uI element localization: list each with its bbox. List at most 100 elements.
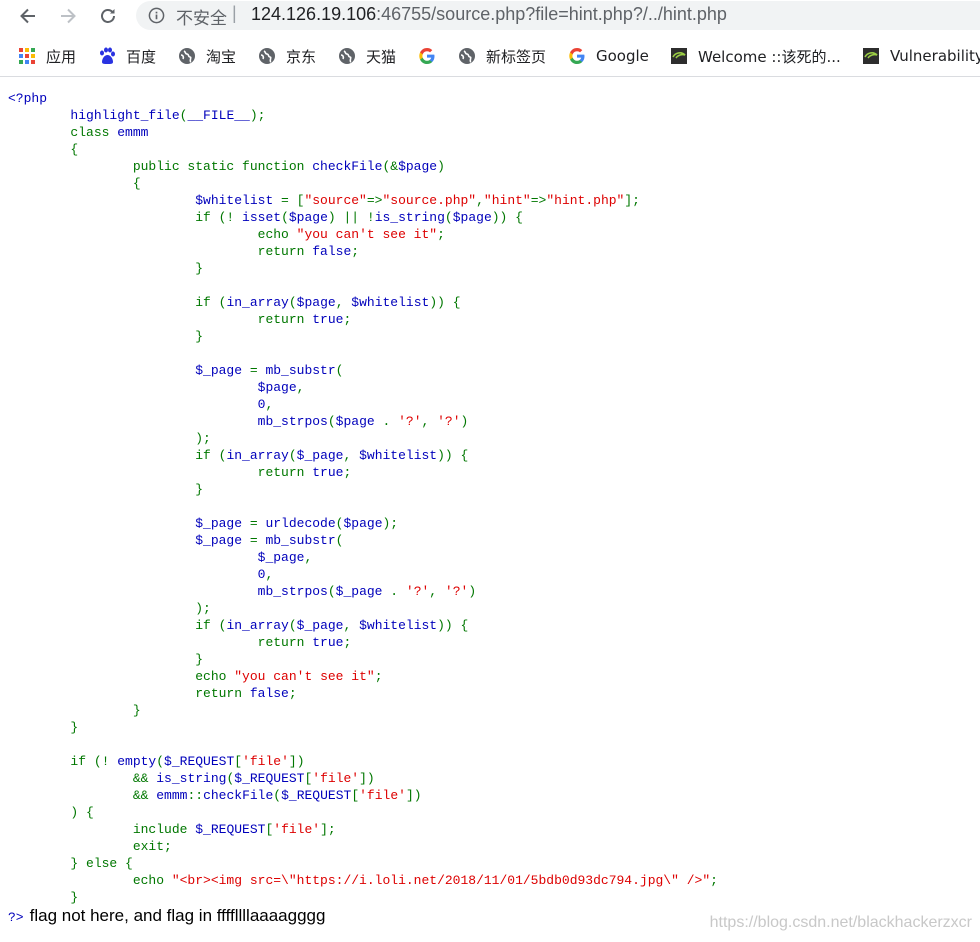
code-line: } [8,328,718,345]
code-token: public static function [8,159,313,174]
code-token: ) [437,159,445,174]
info-icon[interactable] [148,7,165,24]
code-token: include [8,822,196,837]
back-arrow-icon [20,8,35,24]
code-token: = [249,363,266,378]
code-line: echo "you can't see it"; [8,668,718,685]
code-token: "source.php" [382,193,477,208]
code-token: __FILE__ [187,108,250,123]
code-token: urldecode [265,516,336,531]
bookmark-tmall[interactable]: 天猫 [338,43,396,69]
code-line: $_page = mb_substr( [8,362,718,379]
reload-button[interactable] [96,4,120,28]
code-token: ; [288,686,297,701]
code-token: => [366,193,383,208]
bookmark-apps[interactable]: 应用 [18,43,76,69]
php-source-code: <?php highlight_file(__FILE__); class em… [8,90,718,906]
code-token: , [343,448,360,463]
code-line: { [8,175,718,192]
code-line: } [8,889,718,906]
code-token: if ( [8,618,227,633]
code-token: { [8,176,141,191]
code-line: } else { [8,855,718,872]
bookmark-vulnerability[interactable]: Vulnerability [862,43,980,69]
address-bar[interactable]: 不安全 | 124.126.19.106:46755/source.php?fi… [136,1,980,30]
code-token: ) || ! [327,210,375,225]
code-token: $_page [335,584,391,599]
google-g-icon [569,48,585,64]
code-token: , [429,584,445,599]
code-token: ( [444,210,453,225]
code-token: 'file' [312,771,360,786]
code-token: echo [8,669,235,684]
code-token: } [8,652,204,667]
bookmark-baidu[interactable]: 百度 [98,43,156,69]
bookmark-jd[interactable]: 京东 [258,43,316,69]
url-text[interactable]: 124.126.19.106:46755/source.php?file=hin… [251,4,727,25]
code-token: ( [273,788,282,803]
bookmark-taobao[interactable]: 淘宝 [178,43,236,69]
bookmark-label: Welcome ::该死的... [698,47,841,66]
bookmark-new-tab[interactable]: 新标签页 [458,43,546,69]
code-line: return false; [8,243,718,260]
dvwa-icon [863,48,879,64]
browser-toolbar: 不安全 | 124.126.19.106:46755/source.php?fi… [0,0,980,32]
php-close-tag: ?> [8,910,24,925]
code-token: ( [281,210,289,225]
code-token: echo [8,873,172,888]
code-token: ) { [8,805,94,820]
code-line: $_page = mb_substr( [8,532,718,549]
forward-button[interactable] [56,4,80,28]
bookmark-google[interactable]: Google [568,43,649,69]
code-token: )) { [437,618,469,633]
code-token: isset [242,210,282,225]
code-token: '?' [405,584,430,599]
code-token: ; [437,227,445,242]
bookmark-label: 京东 [286,47,317,66]
code-token: $_REQUEST [234,771,305,786]
code-token: mb_substr [265,363,336,378]
code-line: } [8,481,718,498]
code-token: , [265,567,274,582]
code-token: $page [398,159,438,174]
code-token: , [265,397,274,412]
code-token: mb_substr [265,533,336,548]
code-token: ) [460,414,469,429]
code-token: :: [187,788,204,803]
code-line: ) { [8,804,718,821]
code-line: { [8,141,718,158]
code-token: $page [335,414,383,429]
code-token: ]) [288,754,305,769]
bookmark-welcome[interactable]: Welcome ::该死的... [670,43,841,69]
code-token: , [296,380,305,395]
code-token: ]) [405,788,422,803]
code-token: ]; [624,193,640,208]
code-token: $_page [8,550,305,565]
code-line: } [8,260,718,277]
code-token: ( [288,448,297,463]
code-token: $page [343,516,383,531]
code-token: $whitelist [8,193,282,208]
code-token: ) [468,584,477,599]
flag-message: flag not here, and flag in ffffllllaaaag… [29,906,326,925]
code-token: $_REQUEST [281,788,352,803]
bookmark-google-g[interactable] [418,43,446,69]
bookmark-label: 天猫 [366,47,397,66]
bookmark-label: 淘宝 [206,47,237,66]
code-token: ; [343,465,352,480]
code-token: $whitelist [359,448,438,463]
code-line: <?php [8,90,718,107]
code-token: $whitelist [359,618,438,633]
code-token: $_page [8,363,250,378]
code-token: return [8,686,250,701]
code-token: in_array [226,295,289,310]
code-token: $page [452,210,492,225]
code-line: ); [8,430,718,447]
csdn-watermark: https://blog.csdn.net/blackhackerzxcr [709,914,972,931]
code-token: ); [249,108,266,123]
code-token: 'file' [273,822,321,837]
security-label[interactable]: 不安全 [176,4,227,29]
back-button[interactable] [16,4,40,28]
globe-icon [459,48,475,64]
